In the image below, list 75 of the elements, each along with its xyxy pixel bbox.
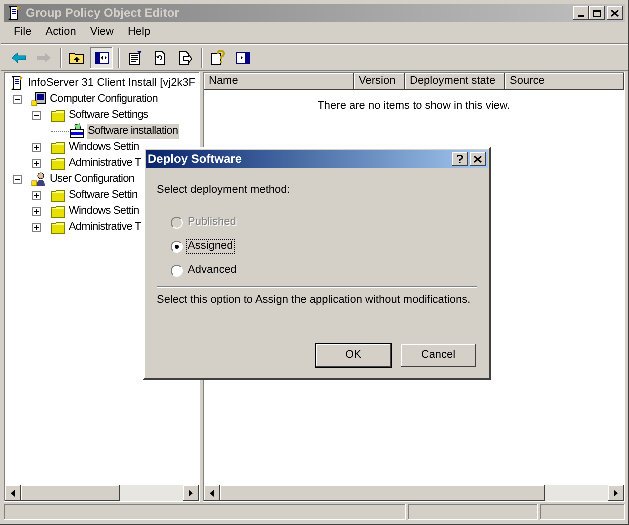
maximize-icon bbox=[593, 10, 601, 16]
window-title: Group Policy Object Editor bbox=[26, 5, 180, 22]
dialog-prompt: Select deployment method: bbox=[157, 183, 292, 198]
user-icon bbox=[31, 171, 47, 187]
expand-toggle[interactable] bbox=[32, 206, 41, 216]
horizontal-scrollbar[interactable] bbox=[5, 485, 199, 501]
computer-icon bbox=[31, 91, 47, 107]
expand-toggle[interactable] bbox=[32, 222, 41, 232]
minimize-button[interactable] bbox=[573, 6, 589, 20]
tree-root[interactable]: InfoServer 31 Client Install [vj2k3F bbox=[28, 74, 196, 92]
expand-toggle[interactable] bbox=[32, 190, 41, 200]
menu-item[interactable]: View bbox=[83, 24, 121, 41]
back-arrow-icon bbox=[10, 50, 26, 66]
tree-item[interactable]: Software Settin bbox=[68, 188, 139, 202]
tree-item[interactable]: Administrative T bbox=[68, 220, 142, 234]
collapse-toggle[interactable] bbox=[32, 110, 41, 120]
tree-item[interactable]: User Configuration bbox=[49, 172, 136, 186]
column-header[interactable]: Name bbox=[204, 73, 354, 90]
close-button[interactable] bbox=[470, 152, 486, 166]
dialog-button[interactable]: OK bbox=[316, 344, 391, 367]
folder-icon bbox=[50, 139, 66, 155]
empty-list-message: There are no items to show in this view. bbox=[318, 99, 510, 114]
expand-toggle[interactable] bbox=[32, 142, 41, 152]
question-mark-icon bbox=[457, 154, 463, 164]
close-button[interactable] bbox=[607, 6, 623, 20]
radio-button[interactable] bbox=[171, 240, 183, 252]
folder-icon bbox=[50, 203, 66, 219]
export-list-icon bbox=[176, 50, 192, 66]
horizontal-scrollbar[interactable] bbox=[204, 485, 624, 501]
tree-item[interactable]: Software Settings bbox=[68, 108, 150, 122]
close-icon bbox=[611, 10, 619, 16]
tree-pane-icon bbox=[94, 50, 110, 66]
collapse-toggle[interactable] bbox=[13, 174, 22, 184]
close-icon bbox=[474, 156, 482, 162]
scroll-icon bbox=[6, 5, 22, 21]
plus-icon bbox=[33, 208, 40, 214]
plus-icon bbox=[33, 144, 40, 150]
plus-icon bbox=[33, 192, 40, 198]
folder-icon bbox=[50, 219, 66, 235]
option-description: Select this option to Assign the application without modifications. bbox=[157, 292, 472, 308]
radio-option[interactable]: Advanced bbox=[171, 264, 238, 278]
action-pane-icon bbox=[234, 50, 250, 66]
folder-icon bbox=[50, 155, 66, 171]
tree-item[interactable]: Software installation bbox=[87, 124, 180, 138]
scroll-icon bbox=[9, 75, 25, 91]
scroll-left-icon bbox=[210, 490, 214, 496]
expand-toggle[interactable] bbox=[32, 158, 41, 168]
toolbar-button[interactable] bbox=[90, 46, 113, 68]
dialog-button[interactable]: Cancel bbox=[401, 344, 476, 367]
collapse-toggle[interactable] bbox=[13, 94, 22, 104]
column-header[interactable]: Deployment state bbox=[405, 73, 505, 90]
column-header[interactable]: Source bbox=[505, 73, 624, 90]
tree-item[interactable]: Computer Configuration bbox=[49, 92, 159, 106]
folder-icon bbox=[50, 107, 66, 123]
help-button[interactable] bbox=[452, 152, 468, 166]
help-icon bbox=[210, 50, 226, 66]
scroll-right-icon bbox=[189, 490, 193, 496]
maximize-button[interactable] bbox=[589, 6, 605, 20]
column-header[interactable]: Version bbox=[354, 73, 405, 90]
plus-icon bbox=[33, 224, 40, 230]
tree-item[interactable]: Windows Settin bbox=[68, 204, 140, 218]
tree-item[interactable]: Windows Settin bbox=[68, 140, 140, 154]
scroll-left-icon bbox=[11, 490, 15, 496]
properties-icon bbox=[126, 50, 142, 66]
menu-item[interactable]: Action bbox=[38, 24, 84, 41]
folder-icon bbox=[50, 187, 66, 203]
scroll-right-icon bbox=[614, 490, 618, 496]
tree-item[interactable]: Administrative T bbox=[68, 156, 142, 170]
radio-option[interactable]: Assigned bbox=[171, 240, 234, 254]
dialog-title: Deploy Software bbox=[148, 151, 244, 168]
plus-icon bbox=[33, 160, 40, 166]
menu-item[interactable]: Help bbox=[120, 24, 158, 41]
radio-button[interactable] bbox=[171, 264, 183, 276]
menu-item[interactable]: File bbox=[7, 24, 39, 41]
software-package-icon bbox=[69, 123, 85, 139]
